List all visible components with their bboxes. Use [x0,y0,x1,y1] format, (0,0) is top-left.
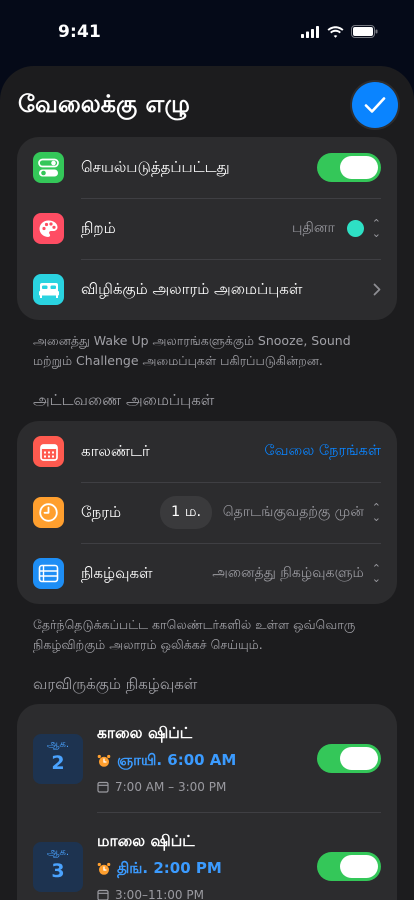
palette-icon [33,213,64,244]
color-swatch [346,220,364,237]
date-badge: ஆக. 2 [33,734,83,784]
alarm-clock-icon [97,754,111,767]
event-toggle[interactable] [317,852,381,881]
schedule-section-title: அட்டவணை அமைப்புகள் [33,391,215,409]
list-icon [33,558,64,589]
settings-note: அனைத்து Wake Up அலாரங்களுக்கும் Snooze, … [33,333,351,368]
status-bar: 9:41 [0,0,414,60]
time-value: தொடங்குவதற்கு முன் [222,503,364,520]
events-value: அனைத்து நிகழ்வுகளும் [212,564,364,581]
color-row[interactable]: நிறம் புதினா ⌃ ⌄ [17,198,397,259]
chevron-up-down-icon: ⌃ ⌄ [371,500,381,524]
calendar-row[interactable]: காலண்டர் வேலை நேரங்கள் [17,421,397,482]
calendar-label: காலண்டர் [81,441,150,460]
battery-icon [351,25,378,38]
chevron-up-down-icon: ⌃ ⌄ [371,216,381,240]
time-label: நேரம் [81,502,122,521]
event-alarm: திங். 2:00 PM [97,859,222,879]
event-alarm-time: திங். 2:00 PM [117,859,222,877]
chevron-up-down-icon: ⌃ ⌄ [371,561,381,585]
calendar-small-icon [97,889,109,900]
bed-icon [33,274,64,305]
event-name: மாலை ஷிப்ட் [97,832,195,850]
clock-icon [33,497,64,528]
color-value: புதினா [292,219,335,236]
enabled-toggle[interactable] [317,153,381,182]
events-label: நிகழ்வுகள் [81,563,153,582]
event-toggle[interactable] [317,744,381,773]
schedule-note: தேர்ந்தெடுக்கப்பட்ட காலெண்டர்களில் உள்ள … [33,617,356,652]
wake-alarm-label: விழிக்கும் அலாரம் அமைப்புகள் [81,279,303,298]
chevron-right-icon [373,283,381,296]
event-alarm-time: ஞாயி. 6:00 AM [117,751,237,769]
upcoming-events-group: ஆக. 2 காலை ஷிப்ட் ஞாயி. 6:00 AM 7:00 AM … [17,704,397,900]
event-time: 3:00–11:00 PM [97,888,204,900]
status-icons [301,25,378,38]
enabled-label: செயல்படுத்தப்பட்டது [81,157,230,176]
wifi-icon [327,25,344,38]
event-item[interactable]: ஆக. 3 மாலை ஷிப்ட் திங். 2:00 PM 3:00–11:… [17,812,397,900]
checkmark-icon [364,97,386,113]
done-button[interactable] [352,82,398,128]
calendar-value-link[interactable]: வேலை நேரங்கள் [264,443,381,461]
wake-alarm-row[interactable]: விழிக்கும் அலாரம் அமைப்புகள் [17,259,397,320]
enabled-row: செயல்படுத்தப்பட்டது [17,137,397,198]
event-time-range: 3:00–11:00 PM [115,888,204,900]
upcoming-section-title: வரவிருக்கும் நிகழ்வுகள் [33,675,198,693]
event-item[interactable]: ஆக. 2 காலை ஷிப்ட் ஞாயி. 6:00 AM 7:00 AM … [17,704,397,812]
event-day: 3 [51,860,65,882]
calendar-icon [33,436,64,467]
event-time: 7:00 AM – 3:00 PM [97,780,226,794]
calendar-small-icon [97,781,109,793]
status-time: 9:41 [58,22,102,42]
cellular-signal-icon [301,25,319,38]
alarm-clock-icon [97,862,111,875]
time-row[interactable]: நேரம் 1 ம. தொடங்குவதற்கு முன் ⌃ ⌄ [17,482,397,543]
toggle-app-icon [33,152,64,183]
event-month: ஆக. [46,739,70,750]
event-time-range: 7:00 AM – 3:00 PM [115,780,227,794]
events-row[interactable]: நிகழ்வுகள் அனைத்து நிகழ்வுகளும் ⌃ ⌄ [17,543,397,604]
color-label: நிறம் [81,218,116,237]
date-badge: ஆக. 3 [33,842,83,892]
schedule-group: காலண்டர் வேலை நேரங்கள் நேரம் 1 ம. தொடங்க… [17,421,397,604]
event-day: 2 [51,752,65,774]
time-offset-pill[interactable]: 1 ம. [160,496,213,529]
event-alarm: ஞாயி. 6:00 AM [97,751,236,771]
event-month: ஆக. [46,847,70,858]
event-name: காலை ஷிப்ட் [97,724,193,742]
settings-group: செயல்படுத்தப்பட்டது நிறம் புதினா ⌃ ⌄ விழ… [17,137,397,320]
page-title: வேலைக்கு எழு [18,90,190,118]
